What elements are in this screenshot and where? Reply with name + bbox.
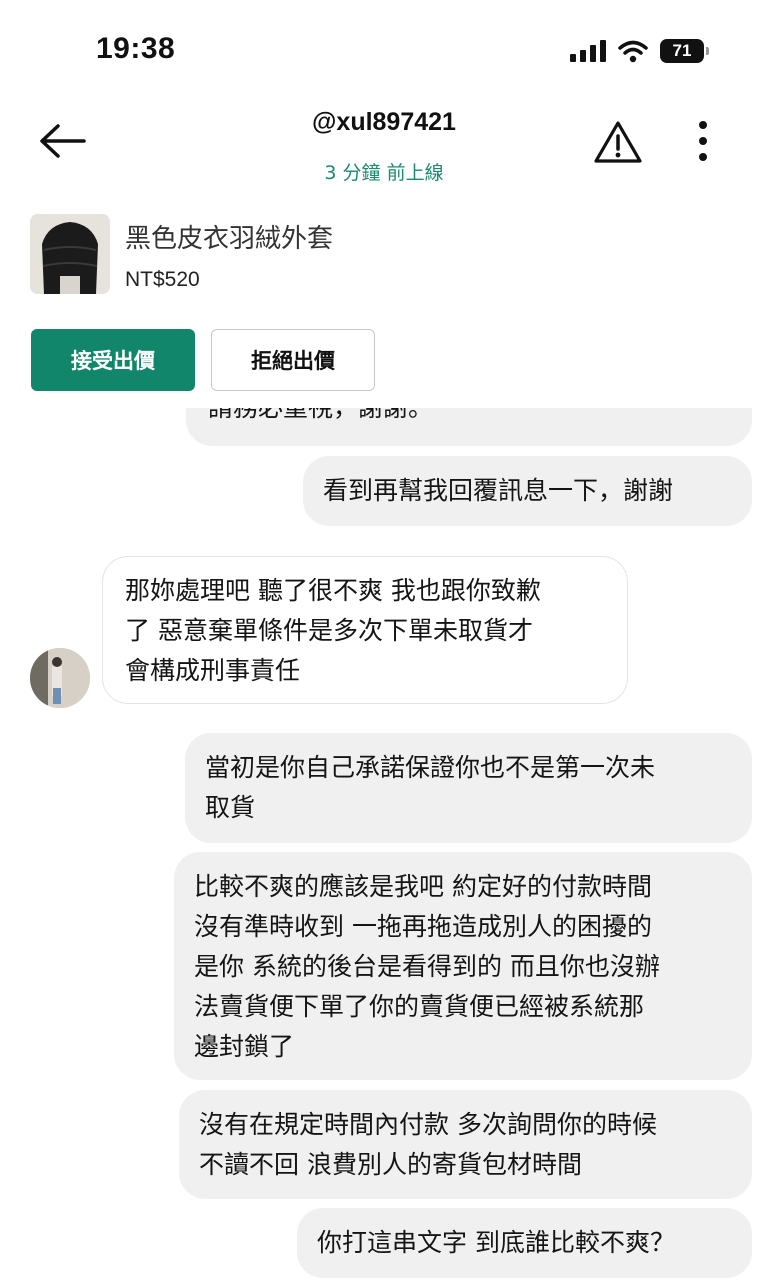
message-bubble-outgoing: 看到再幫我回覆訊息一下，謝謝 [303, 456, 752, 526]
message-text: 沒有在規定時間內付款 多次詢問你的時候 不讀不回 浪費別人的寄貨包材時間 [199, 1110, 657, 1179]
jacket-image [30, 214, 110, 294]
avatar[interactable] [30, 648, 90, 708]
chat-message-list[interactable]: 請務必重視，謝謝。 看到再幫我回覆訊息一下，謝謝 那妳處理吧 聽了很不爽 我也跟… [0, 408, 768, 1280]
last-online-status: 3 分鐘 前上線 [324, 162, 444, 184]
message-text: 比較不爽的應該是我吧 約定好的付款時間 沒有準時收到 一拖再拖造成別人的困擾的 … [194, 872, 660, 1061]
status-time: 19:38 [96, 32, 176, 65]
product-price: NT$520 [125, 268, 200, 291]
status-icons: 71 [570, 36, 709, 66]
message-bubble-outgoing: 沒有在規定時間內付款 多次詢問你的時候 不讀不回 浪費別人的寄貨包材時間 [179, 1090, 752, 1199]
wifi-icon [618, 40, 648, 63]
accept-offer-button[interactable]: 接受出價 [31, 329, 195, 391]
signal-icon [570, 40, 606, 62]
message-bubble-outgoing: 比較不爽的應該是我吧 約定好的付款時間 沒有準時收到 一拖再拖造成別人的困擾的 … [174, 852, 752, 1080]
message-bubble-outgoing: 你打這串文字 到底誰比較不爽？ [297, 1208, 752, 1278]
warning-icon[interactable] [592, 118, 644, 166]
product-title[interactable]: 黑色皮衣羽絨外套 [125, 218, 333, 255]
avatar-image [30, 648, 90, 708]
message-text: 你打這串文字 到底誰比較不爽？ [317, 1228, 675, 1257]
battery-icon: 71 [660, 39, 709, 63]
decline-offer-button[interactable]: 拒絕出價 [211, 329, 375, 391]
message-bubble-incoming: 請務必重視，謝謝。 [186, 408, 752, 446]
message-text: 當初是你自己承諾保證你也不是第一次未 取貨 [205, 753, 656, 822]
message-text: 請務必重視，謝謝。 [208, 408, 433, 422]
chat-username: @xul897421 [312, 108, 456, 136]
more-vertical-icon[interactable] [688, 116, 718, 166]
battery-level: 71 [672, 41, 692, 60]
message-bubble-incoming: 那妳處理吧 聽了很不爽 我也跟你致歉 了 惡意棄單條件是多次下單未取貨才 會構成… [102, 556, 628, 704]
product-thumbnail[interactable] [30, 214, 110, 294]
message-bubble-outgoing: 當初是你自己承諾保證你也不是第一次未 取貨 [185, 733, 752, 843]
message-text: 看到再幫我回覆訊息一下，謝謝 [323, 476, 674, 505]
message-text: 那妳處理吧 聽了很不爽 我也跟你致歉 了 惡意棄單條件是多次下單未取貨才 會構成… [125, 576, 541, 685]
